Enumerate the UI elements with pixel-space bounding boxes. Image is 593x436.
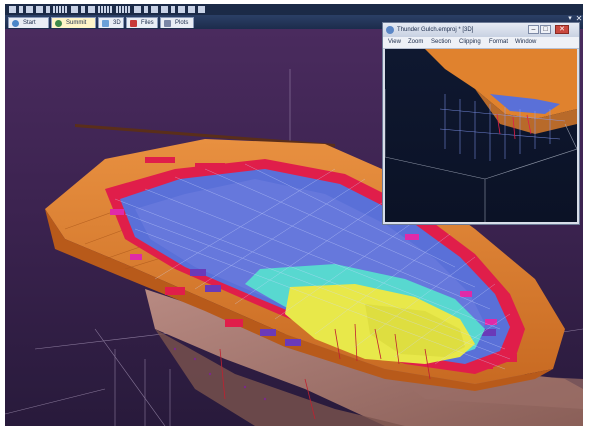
top-toolbar — [5, 4, 583, 15]
tab-start[interactable]: Start — [8, 17, 49, 28]
globe-icon — [12, 20, 19, 27]
tab-summit[interactable]: Summit — [51, 17, 96, 28]
toolbar-button-icon[interactable] — [26, 6, 33, 13]
app-icon — [386, 26, 394, 34]
toolbar-button-icon[interactable] — [151, 6, 158, 13]
tab-files[interactable]: Files — [126, 17, 158, 28]
sub-window-menu-bar: View Zoom Section Clipping Format Window — [383, 37, 579, 49]
menu-zoom[interactable]: Zoom — [408, 37, 423, 48]
toolbar-button-icon[interactable] — [36, 6, 43, 13]
sub-3d-scene — [385, 49, 577, 222]
toolbar-button-icon[interactable] — [134, 6, 141, 13]
tab-label: Start — [23, 20, 36, 26]
toolbar-button-icon[interactable] — [71, 6, 78, 13]
toolbar-button-icon[interactable] — [9, 6, 16, 13]
toolbar-button-icon[interactable] — [188, 6, 195, 13]
toolbar-button-icon[interactable] — [53, 6, 67, 13]
toolbar-button-icon[interactable] — [46, 6, 50, 13]
toolbar-button-icon[interactable] — [116, 6, 130, 13]
toolbar-button-icon[interactable] — [161, 6, 168, 13]
sub-3d-viewport[interactable] — [385, 49, 577, 222]
menu-view[interactable]: View — [388, 37, 401, 48]
mountain-icon — [55, 20, 62, 27]
toolbar-button-icon[interactable] — [178, 6, 185, 13]
application-window: Start Summit 3D Files Plots ▾ ✕ Thunder … — [0, 0, 593, 436]
sub-window-3d[interactable]: Thunder Gulch.emproj * [3D] – □ ✕ View Z… — [382, 22, 580, 225]
toolbar-button-icon[interactable] — [198, 6, 205, 13]
toolbar-button-icon[interactable] — [81, 6, 85, 13]
plots-icon — [164, 20, 171, 27]
tab-label: Summit — [66, 20, 87, 26]
sub-window-title-bar[interactable]: Thunder Gulch.emproj * [3D] – □ ✕ — [383, 23, 579, 37]
menu-format[interactable]: Format — [489, 37, 508, 48]
tab-3d[interactable]: 3D — [98, 17, 124, 28]
toolbar-button-icon[interactable] — [144, 6, 148, 13]
tab-label: Plots — [175, 20, 189, 26]
toolbar-button-icon[interactable] — [98, 6, 112, 13]
cube-3d-icon — [102, 20, 109, 27]
menu-clipping[interactable]: Clipping — [459, 37, 481, 48]
toolbar-button-icon[interactable] — [171, 6, 175, 13]
menu-section[interactable]: Section — [431, 37, 451, 48]
toolbar-button-icon[interactable] — [88, 6, 95, 13]
tab-plots[interactable]: Plots — [160, 17, 194, 28]
maximize-icon[interactable]: □ — [540, 25, 551, 34]
toolbar-button-icon[interactable] — [19, 6, 23, 13]
menu-window[interactable]: Window — [515, 37, 536, 48]
minimize-icon[interactable]: – — [528, 25, 539, 34]
tab-label: Files — [141, 20, 154, 26]
close-icon[interactable]: ✕ — [555, 25, 569, 34]
files-icon — [130, 20, 137, 27]
tab-label: 3D — [113, 20, 121, 26]
sub-window-title: Thunder Gulch.emproj * [3D] — [397, 27, 474, 33]
